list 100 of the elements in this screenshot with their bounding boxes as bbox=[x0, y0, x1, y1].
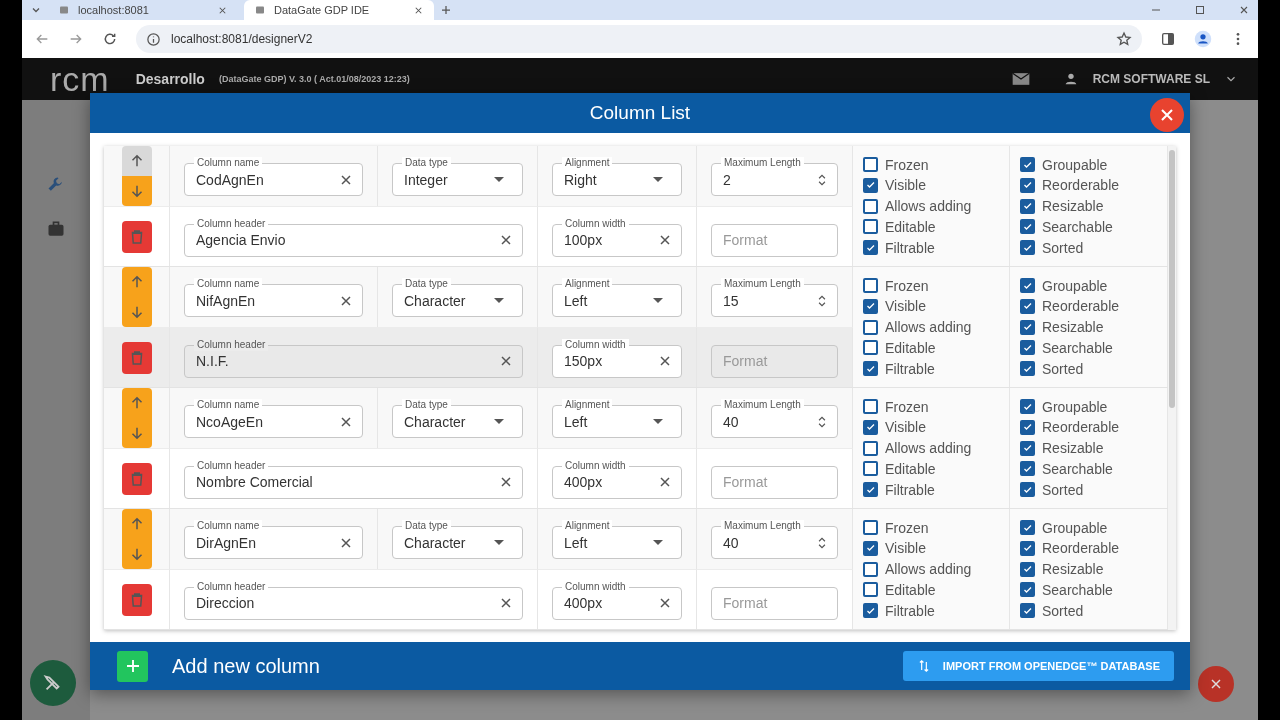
move-down-button[interactable] bbox=[121, 176, 152, 207]
checkbox[interactable] bbox=[863, 461, 878, 477]
checkbox[interactable] bbox=[1020, 157, 1035, 173]
checkbox-label: Visible bbox=[885, 540, 926, 557]
address-bar[interactable]: localhost:8081/designerV2 bbox=[136, 25, 1142, 53]
checkbox-label: Sorted bbox=[1042, 481, 1084, 498]
restore-icon bbox=[1194, 4, 1206, 16]
browser-tab[interactable]: localhost:8081 bbox=[48, 0, 238, 20]
checkbox[interactable] bbox=[1020, 319, 1035, 335]
caret-icon bbox=[653, 177, 663, 183]
checkbox-label: Groupable bbox=[1042, 156, 1108, 173]
checkbox[interactable] bbox=[1020, 603, 1035, 619]
move-down-button[interactable] bbox=[121, 297, 152, 328]
move-up-button[interactable] bbox=[121, 388, 152, 419]
checkbox[interactable] bbox=[1020, 440, 1035, 456]
dialog-title: Column List bbox=[589, 102, 691, 125]
checkbox[interactable] bbox=[863, 299, 878, 314]
checkbox[interactable] bbox=[1020, 219, 1035, 235]
checkbox-label: Editable bbox=[885, 581, 936, 598]
delete-button[interactable] bbox=[121, 462, 152, 495]
move-down-button[interactable] bbox=[121, 539, 152, 570]
checkbox[interactable] bbox=[1020, 299, 1035, 314]
caret-icon bbox=[494, 540, 504, 546]
checkbox[interactable] bbox=[1020, 278, 1035, 294]
checkbox[interactable] bbox=[1020, 399, 1035, 415]
checkbox[interactable] bbox=[863, 240, 878, 256]
checkbox[interactable] bbox=[863, 157, 878, 173]
move-up-button[interactable] bbox=[121, 509, 152, 540]
delete-button[interactable] bbox=[121, 220, 152, 253]
checkbox[interactable] bbox=[1020, 561, 1035, 577]
page-icon bbox=[58, 4, 70, 16]
checkbox[interactable] bbox=[863, 440, 878, 456]
checkbox-label: Frozen bbox=[885, 519, 929, 536]
checkbox[interactable] bbox=[863, 340, 878, 356]
checkbox-label: Groupable bbox=[1042, 519, 1108, 536]
caret-icon bbox=[653, 419, 663, 425]
checkbox[interactable] bbox=[1020, 198, 1035, 214]
checkbox-label: Resizable bbox=[1042, 440, 1104, 457]
checkbox-label: Reorderable bbox=[1042, 177, 1120, 194]
caret-icon bbox=[653, 540, 663, 546]
checkbox-label: Editable bbox=[885, 460, 936, 477]
checkbox[interactable] bbox=[863, 198, 878, 214]
checkbox-label: Resizable bbox=[1042, 319, 1104, 336]
checkbox[interactable] bbox=[863, 178, 878, 193]
checkbox[interactable] bbox=[863, 219, 878, 235]
close-icon bbox=[1238, 4, 1250, 16]
checkbox-label: Allows adding bbox=[885, 440, 972, 457]
checkbox-label: Searchable bbox=[1042, 581, 1113, 598]
checkbox-label: Frozen bbox=[885, 156, 929, 173]
checkbox-label: Reorderable bbox=[1042, 419, 1120, 436]
move-up-button[interactable] bbox=[121, 267, 152, 298]
checkbox[interactable] bbox=[863, 420, 878, 435]
checkbox[interactable] bbox=[863, 482, 878, 498]
checkbox[interactable] bbox=[1020, 461, 1035, 477]
side-panel-icon bbox=[1160, 31, 1176, 47]
checkbox[interactable] bbox=[1020, 240, 1035, 256]
checkbox-label: Resizable bbox=[1042, 198, 1104, 215]
delete-button[interactable] bbox=[121, 341, 152, 374]
checkbox-label: Allows adding bbox=[885, 561, 972, 578]
checkbox[interactable] bbox=[1020, 541, 1035, 556]
checkbox-label: Frozen bbox=[885, 398, 929, 415]
profile-icon bbox=[1194, 30, 1212, 48]
close-button[interactable] bbox=[1150, 98, 1184, 132]
checkbox[interactable] bbox=[863, 582, 878, 598]
checkbox[interactable] bbox=[863, 278, 878, 294]
checkbox[interactable] bbox=[863, 361, 878, 377]
format-field[interactable]: Format bbox=[711, 344, 838, 378]
checkbox[interactable] bbox=[1020, 520, 1035, 536]
delete-button[interactable] bbox=[121, 583, 152, 616]
checkbox-label: Searchable bbox=[1042, 339, 1113, 356]
user-menu[interactable]: RCM SOFTWARE SL bbox=[1092, 72, 1210, 86]
checkbox-label: Filtrable bbox=[885, 602, 935, 619]
checkbox[interactable] bbox=[863, 541, 878, 556]
format-field[interactable]: Format bbox=[711, 223, 838, 257]
checkbox-label: Reorderable bbox=[1042, 298, 1120, 315]
checkbox-label: Allows adding bbox=[885, 319, 972, 336]
checkbox-label: Reorderable bbox=[1042, 540, 1120, 557]
checkbox[interactable] bbox=[1020, 178, 1035, 193]
caret-icon bbox=[494, 419, 504, 425]
checkbox[interactable] bbox=[1020, 420, 1035, 435]
checkbox[interactable] bbox=[1020, 482, 1035, 498]
format-field[interactable]: Format bbox=[711, 465, 838, 499]
checkbox-label: Visible bbox=[885, 177, 926, 194]
checkbox[interactable] bbox=[1020, 340, 1035, 356]
format-field[interactable]: Format bbox=[711, 586, 838, 620]
browser-tab[interactable]: DataGate GDP IDE bbox=[244, 0, 434, 20]
star-icon bbox=[1116, 31, 1132, 47]
checkbox[interactable] bbox=[863, 319, 878, 335]
move-down-button[interactable] bbox=[121, 418, 152, 449]
scrollbar[interactable] bbox=[1168, 146, 1176, 631]
reload-icon bbox=[102, 31, 118, 47]
add-column-button[interactable] bbox=[117, 650, 148, 682]
checkbox[interactable] bbox=[1020, 582, 1035, 598]
checkbox[interactable] bbox=[863, 561, 878, 577]
briefcase-icon bbox=[46, 219, 66, 239]
checkbox[interactable] bbox=[863, 520, 878, 536]
checkbox-label: Searchable bbox=[1042, 218, 1113, 235]
checkbox[interactable] bbox=[1020, 361, 1035, 377]
checkbox[interactable] bbox=[863, 399, 878, 415]
checkbox[interactable] bbox=[863, 603, 878, 619]
